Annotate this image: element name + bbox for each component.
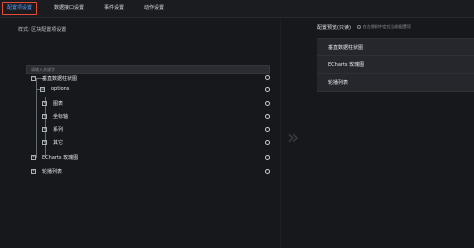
radio-icon[interactable] [265,114,270,119]
tree-node-vertical-bar-chart[interactable]: − 垂直数据柱状图 [31,73,77,83]
tab-events[interactable]: 事件设置 [101,3,127,14]
minus-box-icon[interactable]: − [31,75,36,81]
radio-icon[interactable] [265,140,270,145]
plus-box-icon[interactable]: + [31,154,36,160]
preview-item-vertical-bar-chart[interactable]: 垂直数据柱状图 [317,38,474,56]
tree-node-label: 系列 [53,126,64,133]
chevron-right-double-icon: » [287,125,300,149]
preview-title: 配置预览(只读) [317,24,351,31]
radio-icon[interactable] [265,101,270,106]
config-tree: − 垂直数据柱状图 − options + 图表 + 坐标轴 + 系列 + 其它… [0,18,280,248]
tree-node-label: 垂直数据柱状图 [42,75,78,82]
radio-icon[interactable] [265,127,270,132]
preview-list: 垂直数据柱状图 ECharts 玫瑰图 轮播列表 [317,38,474,92]
tree-node-label: 其它 [53,139,64,146]
left-panel: 样式: 区块配置项设置 − 垂直数据柱状图 − options [0,18,280,248]
checkbox-label: 在左侧树中定位当前配置项 [362,24,411,29]
tree-connector [36,79,37,158]
minus-box-icon[interactable]: − [40,86,45,92]
tree-node-other[interactable]: + 其它 [42,137,63,147]
tree-node-label: 轮播列表 [42,168,63,175]
plus-box-icon[interactable]: + [42,100,47,106]
tab-actions[interactable]: 动作设置 [141,3,167,14]
tree-node-echarts-rose[interactable]: + ECharts 玫瑰图 [31,152,78,162]
tree-node-axis[interactable]: + 坐标轴 [42,111,68,121]
plus-box-icon[interactable]: + [31,168,36,174]
preview-header: 配置预览(只读) 在左侧树中定位当前配置项 [317,18,474,36]
tree-node-label: 图表 [53,100,64,107]
preview-item-echarts-rose[interactable]: ECharts 玫瑰图 [317,56,474,74]
tree-node-series[interactable]: + 系列 [42,124,63,134]
right-panel: 配置预览(只读) 在左侧树中定位当前配置项 垂直数据柱状图 ECharts 玫瑰… [317,18,474,248]
tree-node-carousel-list[interactable]: + 轮播列表 [31,166,62,176]
top-tabs: 配置项设置 数据接口设置 事件设置 动作设置 [0,0,474,18]
plus-box-icon[interactable]: + [42,139,47,145]
radio-icon[interactable] [265,169,270,174]
config-page: 配置项设置 数据接口设置 事件设置 动作设置 样式: 区块配置项设置 − 垂直数… [0,0,474,248]
tree-node-label: ECharts 玫瑰图 [42,154,79,161]
radio-icon[interactable] [265,87,270,92]
preview-item-carousel-list[interactable]: 轮播列表 [317,74,474,92]
tree-node-label: 坐标轴 [53,113,69,120]
panel-divider [280,18,281,248]
tree-node-chart[interactable]: + 图表 [42,98,63,108]
plus-box-icon[interactable]: + [42,126,47,132]
radio-icon[interactable] [265,155,270,160]
plus-box-icon[interactable]: + [42,113,47,119]
tree-node-label: options [51,86,70,92]
locate-current-item-checkbox[interactable]: 在左侧树中定位当前配置项 [356,24,411,30]
tab-data-interface[interactable]: 数据接口设置 [51,3,87,14]
radio-icon[interactable] [265,75,270,80]
radio-icon[interactable] [356,25,361,29]
tree-node-options[interactable]: − options [40,84,69,94]
tab-config-items[interactable]: 配置项设置 [2,2,38,15]
